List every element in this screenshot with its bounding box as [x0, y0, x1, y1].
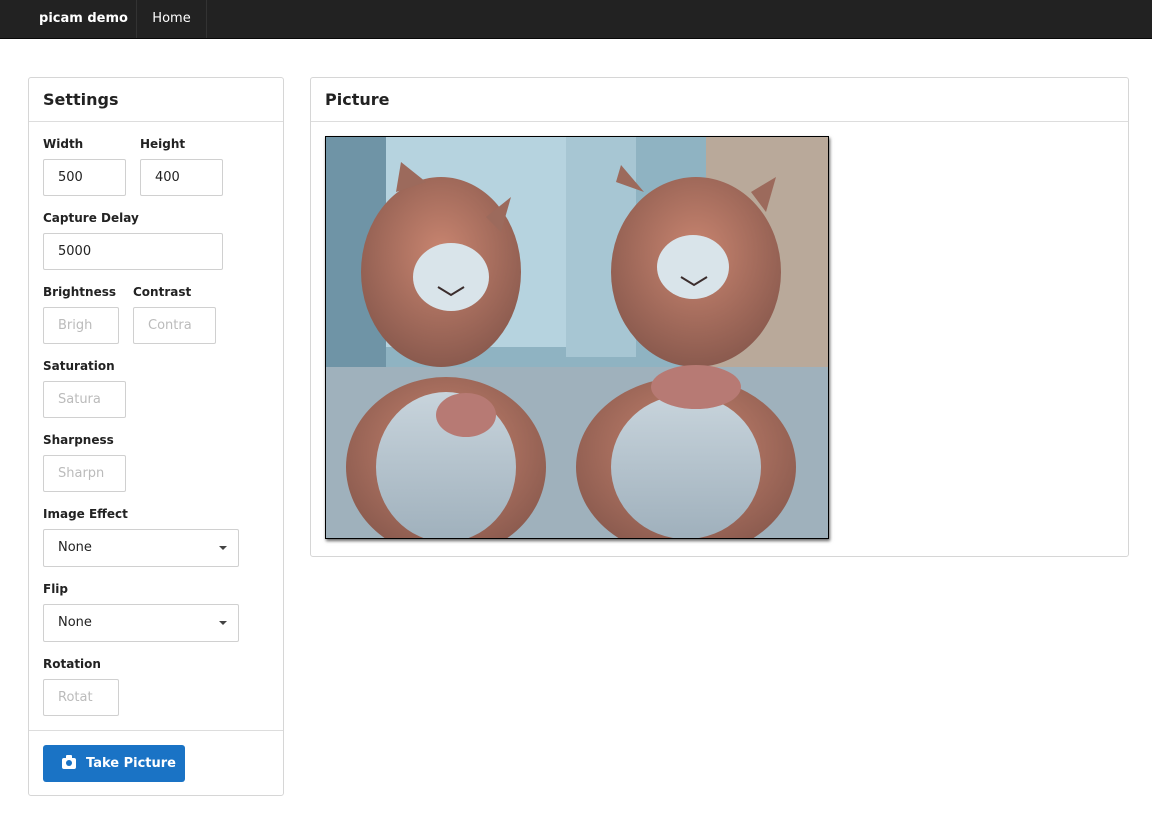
caret-down-icon [219, 546, 227, 550]
saturation-input[interactable]: Satura [43, 381, 126, 418]
picture-panel: Picture [310, 77, 1129, 557]
hamster-photo-image [326, 137, 828, 538]
brightness-input[interactable]: Brigh [43, 307, 119, 344]
sharpness-input[interactable]: Sharpn [43, 455, 126, 492]
settings-panel: Settings Width 500 Height 400 Capture De… [28, 77, 284, 796]
contrast-label: Contrast [133, 285, 192, 299]
settings-title: Settings [29, 78, 283, 122]
rotation-label: Rotation [43, 657, 101, 671]
saturation-label: Saturation [43, 359, 115, 373]
image-effect-value: None [58, 540, 92, 555]
flip-select[interactable]: None [43, 604, 239, 642]
panel-footer-divider [29, 730, 283, 731]
rotation-input[interactable]: Rotat [43, 679, 119, 716]
capture-delay-input[interactable]: 5000 [43, 233, 223, 270]
height-input[interactable]: 400 [140, 159, 223, 196]
brand-link[interactable]: picam demo [31, 0, 137, 38]
take-picture-label: Take Picture [86, 756, 176, 771]
captured-photo [325, 136, 829, 539]
width-input[interactable]: 500 [43, 159, 126, 196]
image-effect-label: Image Effect [43, 507, 128, 521]
width-label: Width [43, 137, 84, 151]
picture-title: Picture [311, 78, 1128, 122]
take-picture-button[interactable]: Take Picture [43, 745, 185, 782]
caret-down-icon [219, 621, 227, 625]
capture-delay-label: Capture Delay [43, 211, 139, 225]
camera-icon [62, 755, 76, 769]
flip-value: None [58, 615, 92, 630]
nav-home-link[interactable]: Home [137, 0, 207, 38]
navbar: picam demo Home [0, 0, 1152, 39]
sharpness-label: Sharpness [43, 433, 114, 447]
contrast-input[interactable]: Contra [133, 307, 216, 344]
brightness-label: Brightness [43, 285, 117, 299]
height-label: Height [140, 137, 186, 151]
flip-label: Flip [43, 582, 69, 596]
image-effect-select[interactable]: None [43, 529, 239, 567]
